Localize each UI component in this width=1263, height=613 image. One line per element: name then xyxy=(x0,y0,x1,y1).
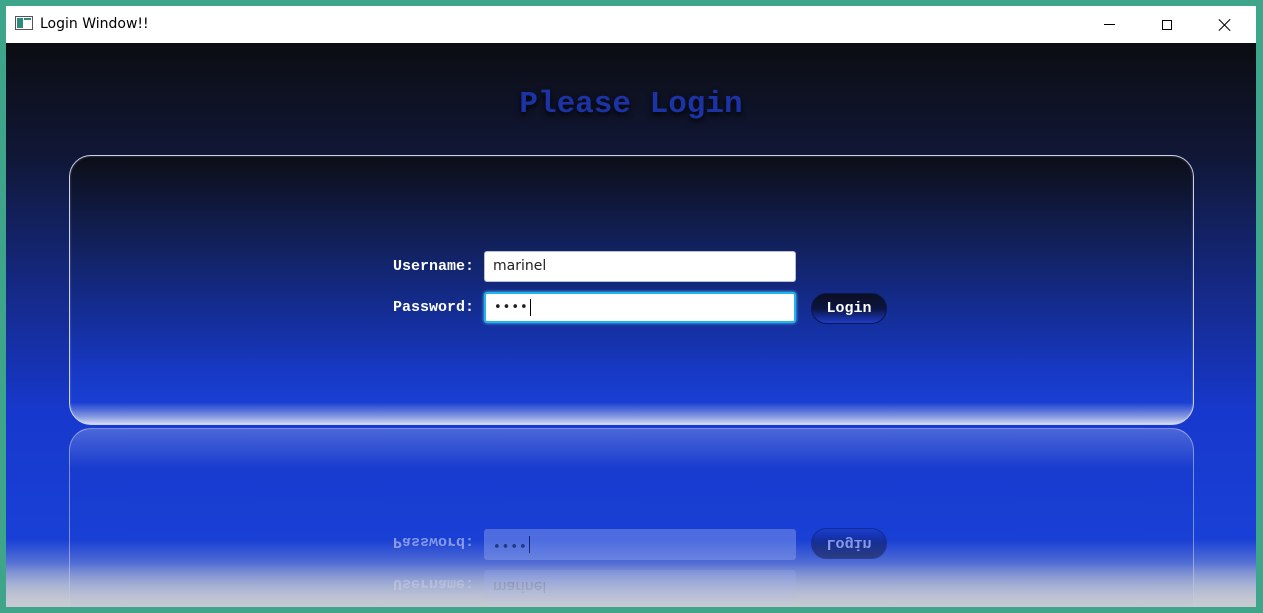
username-input[interactable]: marinel xyxy=(484,251,796,282)
password-input[interactable]: •••• xyxy=(484,292,796,323)
minimize-icon xyxy=(1103,24,1115,25)
bottom-fade xyxy=(6,563,1256,607)
login-panel: Username: marinel Password: •••• Login xyxy=(69,155,1194,425)
close-icon xyxy=(1218,18,1232,32)
title-bar[interactable]: Login Window!! xyxy=(6,6,1256,44)
text-caret xyxy=(529,298,531,316)
page-title: Please Login xyxy=(519,87,743,122)
password-label-reflection: Password: xyxy=(392,533,474,550)
login-button[interactable]: Login xyxy=(811,293,887,324)
password-value-reflection: •••• xyxy=(493,537,528,552)
maximize-icon xyxy=(1162,19,1172,30)
login-window: Login Window!! Please Login Username: ma… xyxy=(6,6,1256,607)
login-button-reflection: Login xyxy=(811,528,887,559)
username-label: Username: xyxy=(392,258,474,275)
password-value: •••• xyxy=(494,300,529,315)
login-content: Please Login Username: marinel Password:… xyxy=(6,43,1256,607)
password-label: Password: xyxy=(392,299,474,316)
app-icon xyxy=(15,16,33,30)
window-title: Login Window!! xyxy=(40,16,149,32)
username-value: marinel xyxy=(493,258,547,274)
text-caret-reflection xyxy=(528,536,530,554)
close-button[interactable] xyxy=(1196,6,1254,43)
maximize-button[interactable] xyxy=(1138,6,1196,43)
minimize-button[interactable] xyxy=(1080,6,1138,43)
password-input-reflection: •••• xyxy=(484,529,796,560)
